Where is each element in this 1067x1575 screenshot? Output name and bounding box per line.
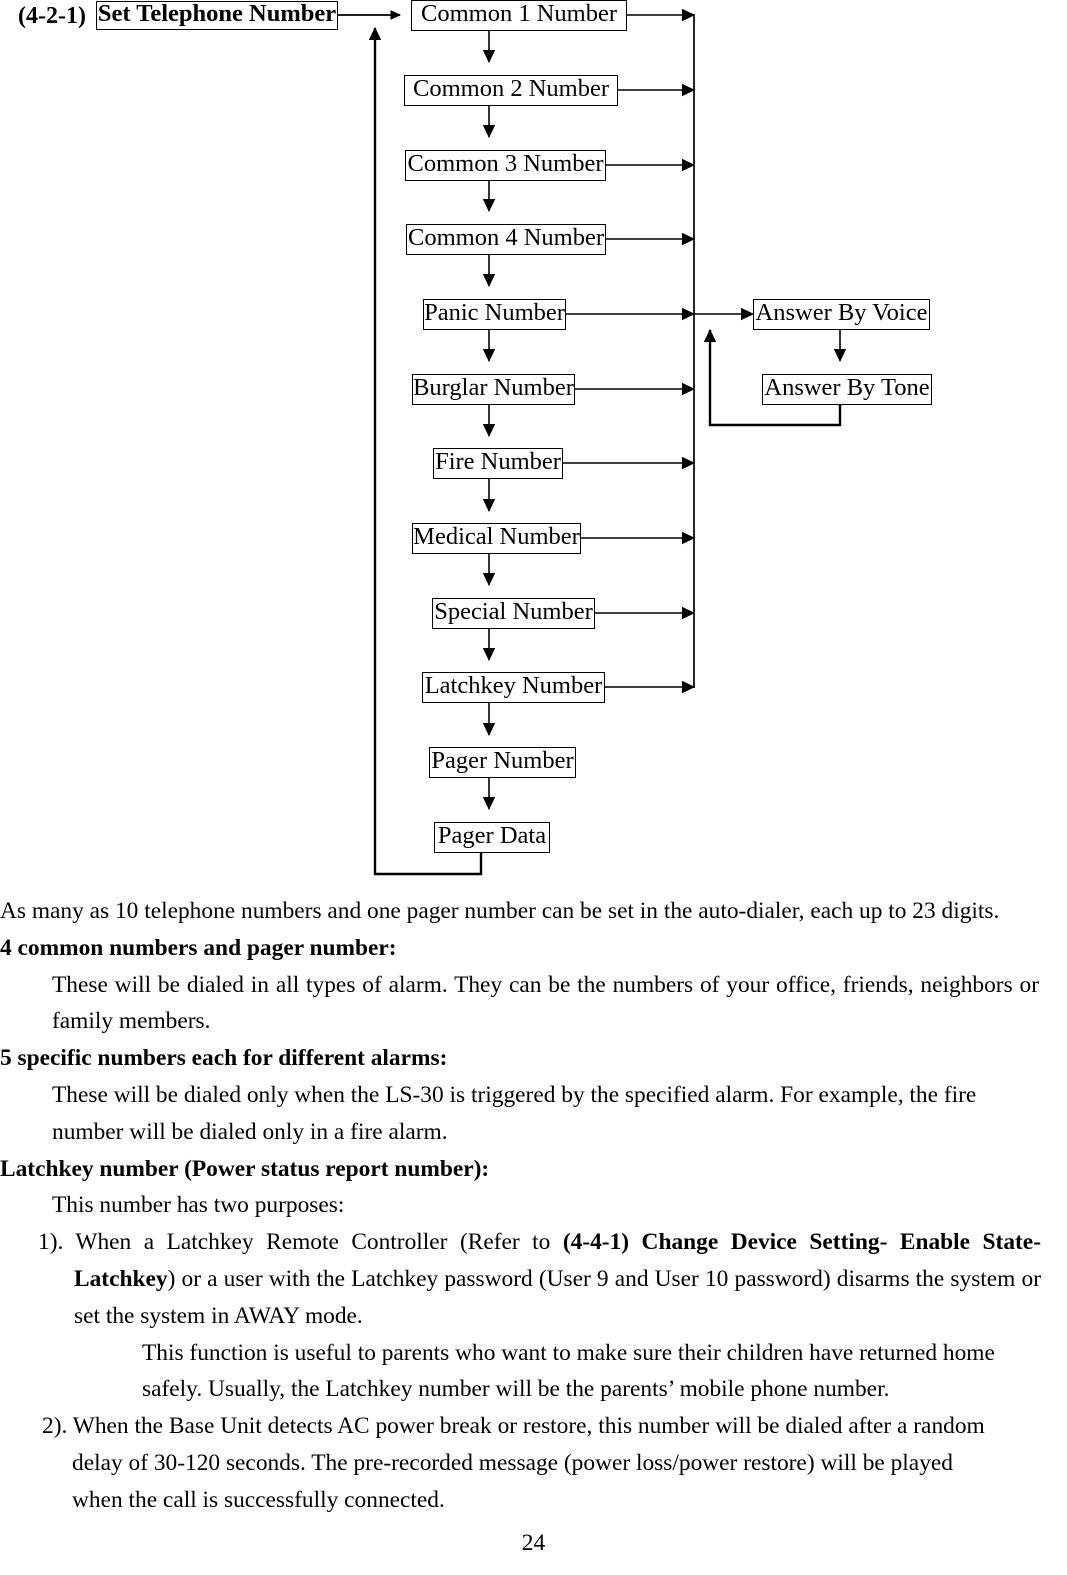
item1-text-after-bold: ) or a user with the Latchkey password (…	[74, 1265, 1041, 1329]
node-label: Common 4 Number	[408, 224, 604, 252]
node-label: Fire Number	[435, 448, 561, 476]
item1-text-before-bold: When a Latchkey Remote Controller (Refer…	[75, 1229, 563, 1256]
heading-latchkey-number: Latchkey number (Power status report num…	[0, 1155, 490, 1182]
node-label: Panic Number	[424, 299, 565, 327]
list-marker-1: 1).	[38, 1229, 64, 1256]
node-medical-number[interactable]: Medical Number	[412, 523, 581, 554]
node-latchkey-number[interactable]: Latchkey Number	[422, 672, 605, 703]
telephone-number-flowchart: (4-2-1) Set Telephone Number Common 1 Nu…	[0, 0, 1067, 890]
node-label: Common 1 Number	[421, 0, 617, 28]
heading-specific-numbers: 5 specific numbers each for different al…	[0, 1045, 448, 1072]
node-common-3-number[interactable]: Common 3 Number	[405, 150, 606, 181]
node-label: Answer By Voice	[755, 299, 928, 327]
node-label: Answer By Tone	[764, 374, 930, 402]
latchkey-purpose-item-1: 1). When a Latchkey Remote Controller (R…	[38, 1224, 1041, 1334]
specific-numbers-description: These will be dialed only when the LS-30…	[52, 1081, 977, 1145]
node-special-number[interactable]: Special Number	[432, 598, 595, 629]
node-panic-number[interactable]: Panic Number	[423, 299, 566, 330]
intro-paragraph: As many as 10 telephone numbers and one …	[0, 898, 1000, 924]
page-number: 24	[521, 1530, 546, 1556]
heading-common-numbers: 4 common numbers and pager number:	[0, 934, 397, 961]
node-set-telephone-number[interactable]: Set Telephone Number	[96, 1, 338, 30]
node-common-4-number[interactable]: Common 4 Number	[406, 224, 606, 255]
node-common-1-number[interactable]: Common 1 Number	[411, 0, 627, 31]
node-answer-by-voice[interactable]: Answer By Voice	[753, 299, 930, 330]
node-label: Special Number	[434, 598, 593, 626]
node-label: Pager Number	[431, 747, 574, 775]
list-marker-2: 2).	[42, 1413, 68, 1440]
item2-text: When the Base Unit detects AC power brea…	[72, 1413, 985, 1513]
node-label: Medical Number	[413, 523, 580, 551]
node-label: Burglar Number	[413, 374, 574, 402]
node-label: Pager Data	[437, 822, 547, 850]
body-text: As many as 10 telephone numbers and one …	[0, 893, 1067, 1519]
latchkey-intro: This number has two purposes:	[52, 1192, 345, 1219]
node-fire-number[interactable]: Fire Number	[433, 448, 563, 479]
section-label: (4-2-1)	[18, 3, 86, 29]
node-common-2-number[interactable]: Common 2 Number	[404, 75, 618, 106]
node-label: Set Telephone Number	[97, 0, 337, 28]
node-answer-by-tone[interactable]: Answer By Tone	[762, 374, 932, 405]
node-label: Common 2 Number	[413, 75, 609, 103]
node-label: Common 3 Number	[407, 150, 604, 178]
latchkey-purpose-item-2: 2). When the Base Unit detects AC power …	[42, 1408, 1007, 1518]
node-pager-data[interactable]: Pager Data	[434, 822, 550, 853]
node-pager-number[interactable]: Pager Number	[429, 747, 576, 778]
latchkey-purpose-item-1-note: This function is useful to parents who w…	[142, 1339, 995, 1403]
common-numbers-description: These will be dialed in all types of ala…	[52, 971, 1039, 1035]
node-label: Latchkey Number	[424, 672, 603, 700]
node-burglar-number[interactable]: Burglar Number	[412, 374, 575, 405]
